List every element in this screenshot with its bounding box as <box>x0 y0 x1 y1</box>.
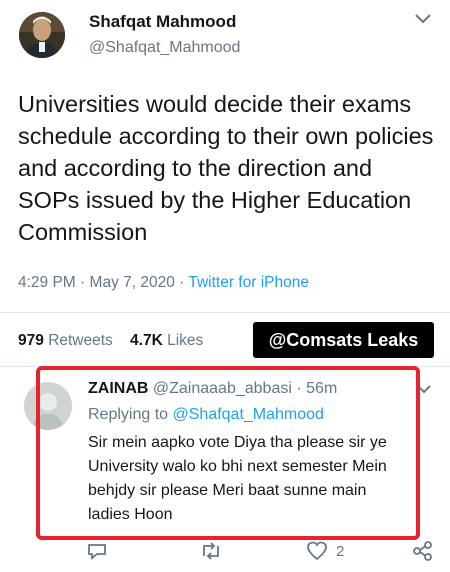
like-count: 2 <box>336 542 345 560</box>
like-action-button[interactable]: 2 <box>306 540 344 562</box>
likes-link[interactable]: 4.7K Likes <box>130 332 203 349</box>
tweet-source-link[interactable]: Twitter for iPhone <box>188 274 309 291</box>
divider <box>0 312 450 313</box>
reply-action-button[interactable] <box>86 540 108 562</box>
tweet-text: Universities would decide their exams sc… <box>18 91 434 245</box>
share-icon <box>413 541 432 561</box>
likes-label: Likes <box>167 332 204 349</box>
meta-separator: · <box>179 274 185 291</box>
tweet-date: May 7, 2020 <box>89 274 175 291</box>
retweet-action-button[interactable] <box>199 540 223 562</box>
meta-separator: · <box>80 274 86 291</box>
retweets-link[interactable]: 979 Retweets <box>18 332 117 349</box>
chevron-down-icon[interactable] <box>414 12 432 26</box>
tweet-meta: 4:29 PM · May 7, 2020 · Twitter for iPho… <box>18 274 309 292</box>
author-avatar[interactable] <box>19 12 65 58</box>
likes-count: 4.7K <box>130 332 163 349</box>
retweet-icon <box>203 542 219 560</box>
share-action-button[interactable] <box>412 540 434 562</box>
tweet-time: 4:29 PM <box>18 274 76 291</box>
heart-icon <box>307 541 327 561</box>
comment-icon <box>88 544 106 560</box>
highlight-box <box>36 366 420 540</box>
author-handle[interactable]: @Shafqat_Mahmood <box>89 39 240 57</box>
tweet-stats: 979 Retweets 4.7K Likes <box>18 332 203 350</box>
retweets-count: 979 <box>18 332 44 349</box>
author-name[interactable]: Shafqat Mahmood <box>89 12 236 32</box>
watermark-label: @Comsats Leaks <box>253 322 434 358</box>
retweets-label: Retweets <box>48 332 113 349</box>
